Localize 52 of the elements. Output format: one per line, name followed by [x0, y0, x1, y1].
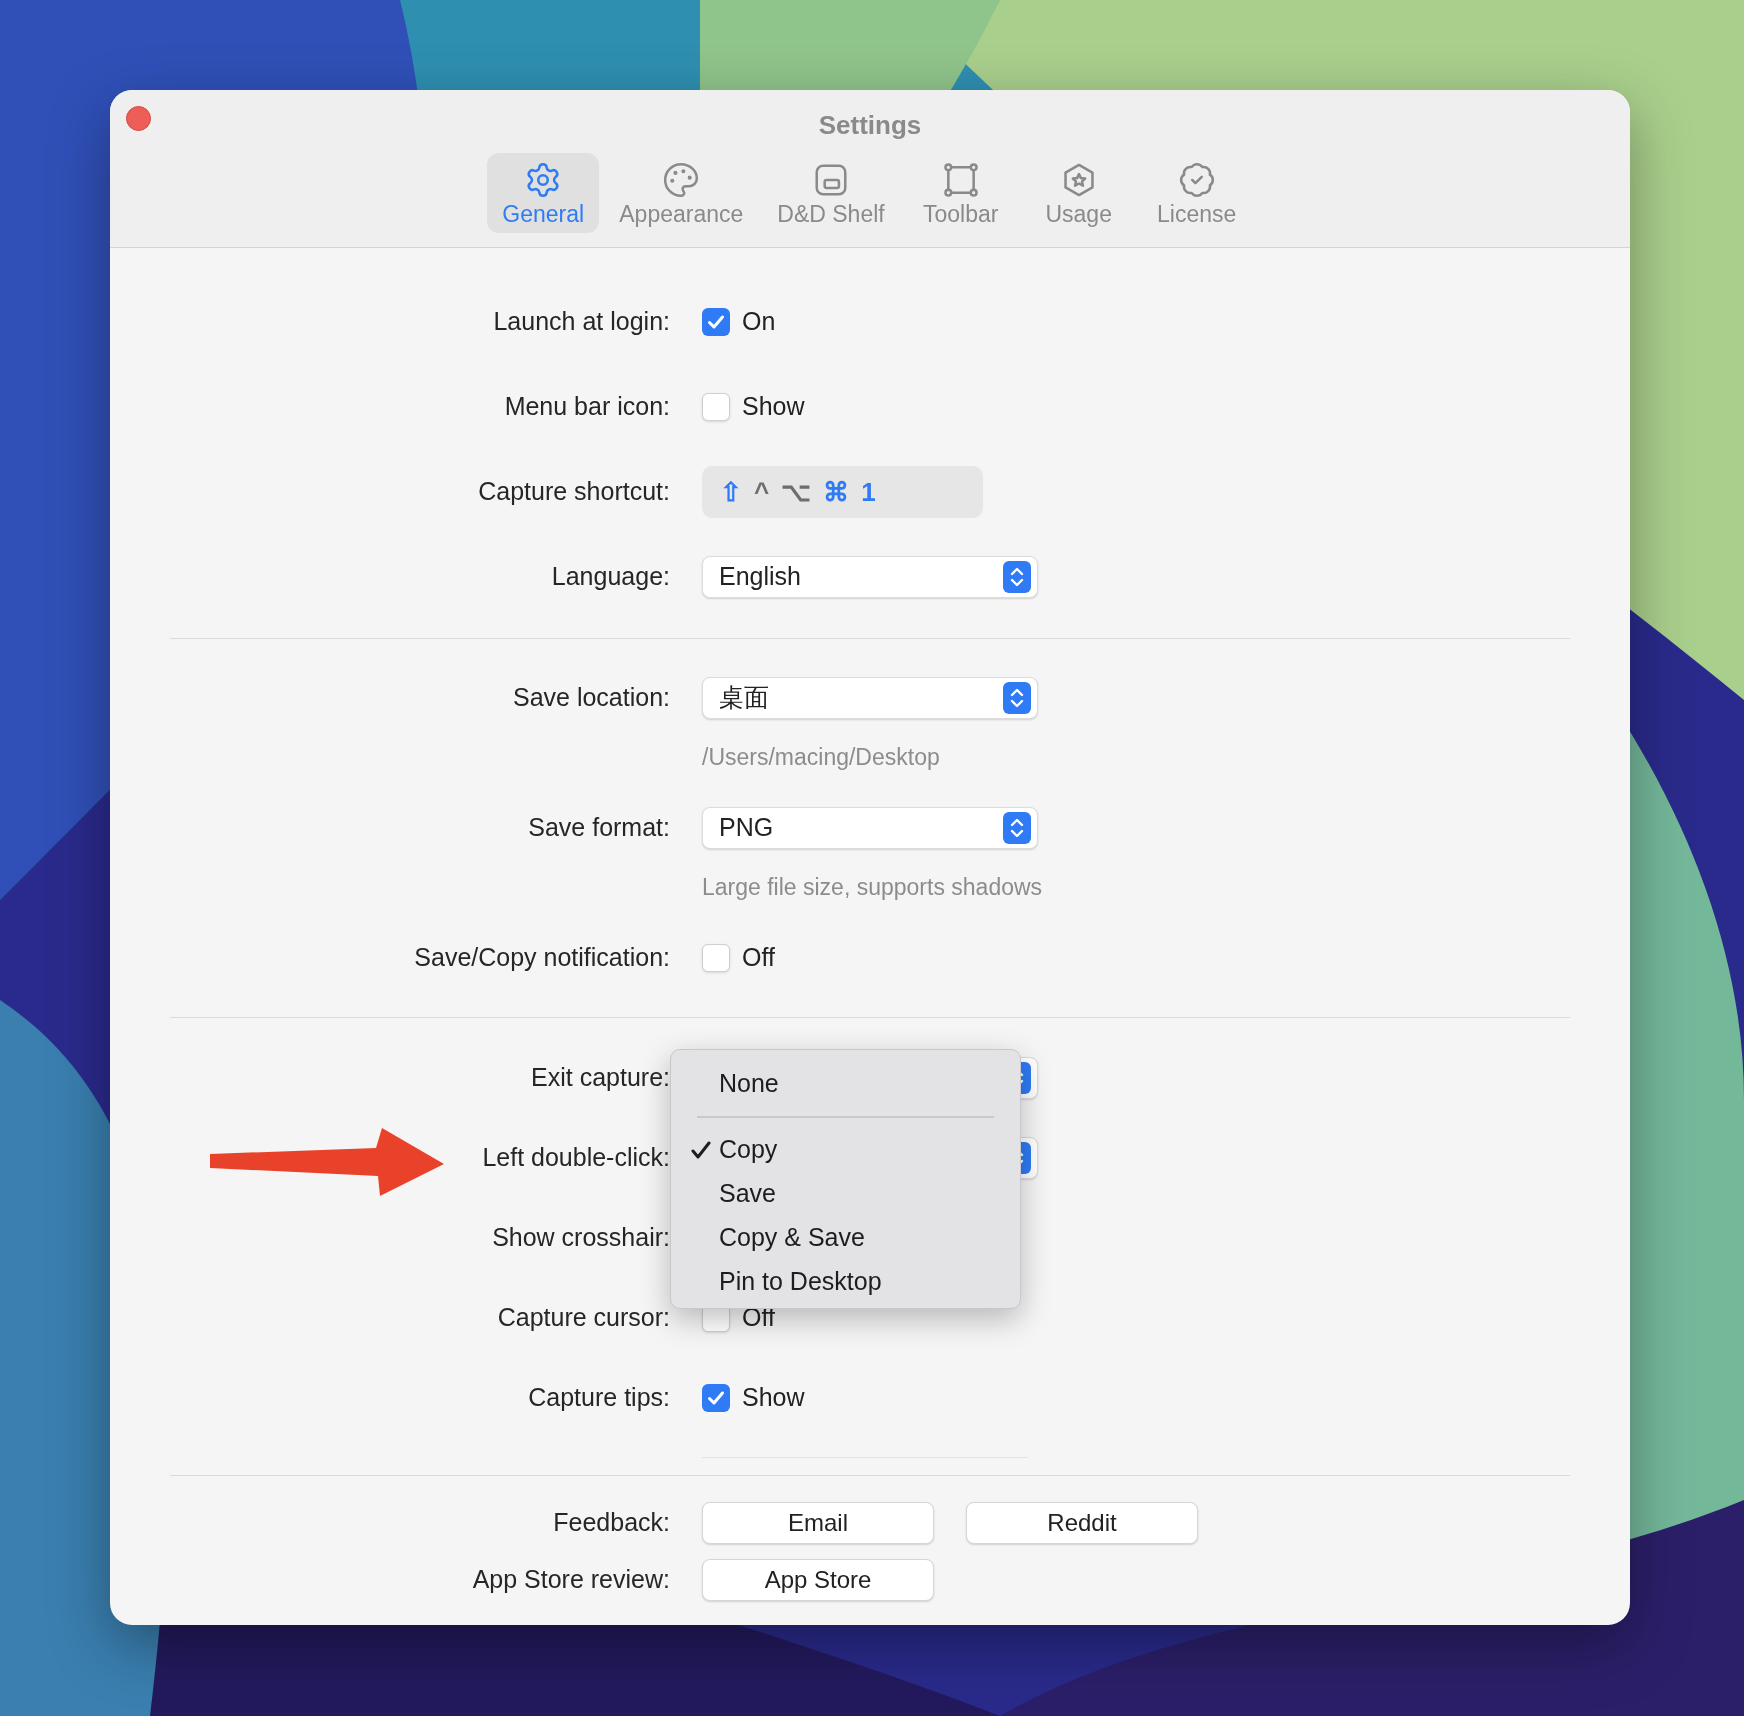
stepper-icon: [1003, 812, 1031, 844]
setting-label: Launch at login:: [493, 306, 670, 338]
menu-item[interactable]: None: [671, 1062, 1020, 1106]
shortcut-key: 1: [861, 472, 876, 512]
setting-label: App Store review:: [472, 1564, 670, 1596]
checkbox[interactable]: [702, 393, 730, 421]
dropdown-value: 桌面: [719, 682, 769, 714]
badge-check-icon: [1177, 160, 1216, 199]
close-button[interactable]: [126, 106, 151, 131]
checkbox[interactable]: [702, 944, 730, 972]
setting-label: Capture cursor:: [497, 1302, 670, 1334]
stepper-icon: [1003, 682, 1031, 714]
hint-text: Large file size, supports shadows: [702, 873, 1044, 902]
setting-label: Save/Copy notification:: [414, 942, 670, 974]
hint-text: /Users/macing/Desktop: [702, 743, 941, 772]
setting-label: Save format:: [528, 812, 670, 844]
setting-label: Menu bar icon:: [504, 391, 670, 423]
menu-item[interactable]: Pin to Desktop: [671, 1260, 1020, 1304]
setting-label: Capture shortcut:: [478, 476, 670, 508]
setting-label: Feedback:: [553, 1507, 670, 1539]
dropdown-field[interactable]: English: [702, 556, 1038, 598]
checkbox-label: Show: [742, 391, 805, 423]
palette-icon: [662, 160, 701, 199]
shortcut-field[interactable]: ⇧ ^ ⌥ ⌘ 1: [702, 466, 983, 518]
setting-label: Capture tips:: [528, 1382, 670, 1414]
shortcut-key: ⌥: [781, 472, 812, 512]
shortcut-key: ⌘: [823, 472, 850, 512]
menu-item[interactable]: Copy: [671, 1128, 1020, 1172]
menu-item[interactable]: Copy & Save: [671, 1216, 1020, 1260]
menu-item[interactable]: Save: [671, 1172, 1020, 1216]
dropdown-field[interactable]: 桌面: [702, 677, 1038, 719]
checkbox-label: On: [742, 306, 776, 338]
dropdown-value: PNG: [719, 812, 774, 844]
shortcut-key: ⇧: [720, 472, 742, 512]
setting-label: Exit capture:: [531, 1062, 670, 1094]
shortcut-key: ^: [754, 472, 770, 512]
dropdown-field[interactable]: PNG: [702, 807, 1038, 849]
setting-label: Left double-click:: [482, 1142, 670, 1174]
setting-label: Show crosshair:: [492, 1222, 670, 1254]
action-button[interactable]: Reddit: [966, 1502, 1198, 1544]
checkbox-label: Show: [742, 1382, 805, 1414]
action-button[interactable]: Email: [702, 1502, 934, 1544]
dropdown-value: English: [719, 561, 801, 593]
checkbox-label: Off: [742, 942, 775, 974]
setting-label: Save location:: [512, 682, 670, 714]
window-title: Settings: [818, 109, 922, 142]
stepper-icon: [1003, 561, 1031, 593]
checkbox[interactable]: [702, 1384, 730, 1412]
action-button[interactable]: App Store: [702, 1559, 934, 1601]
checkbox[interactable]: [702, 308, 730, 336]
setting-label: Language:: [551, 561, 670, 593]
frame-icon: [941, 160, 980, 199]
